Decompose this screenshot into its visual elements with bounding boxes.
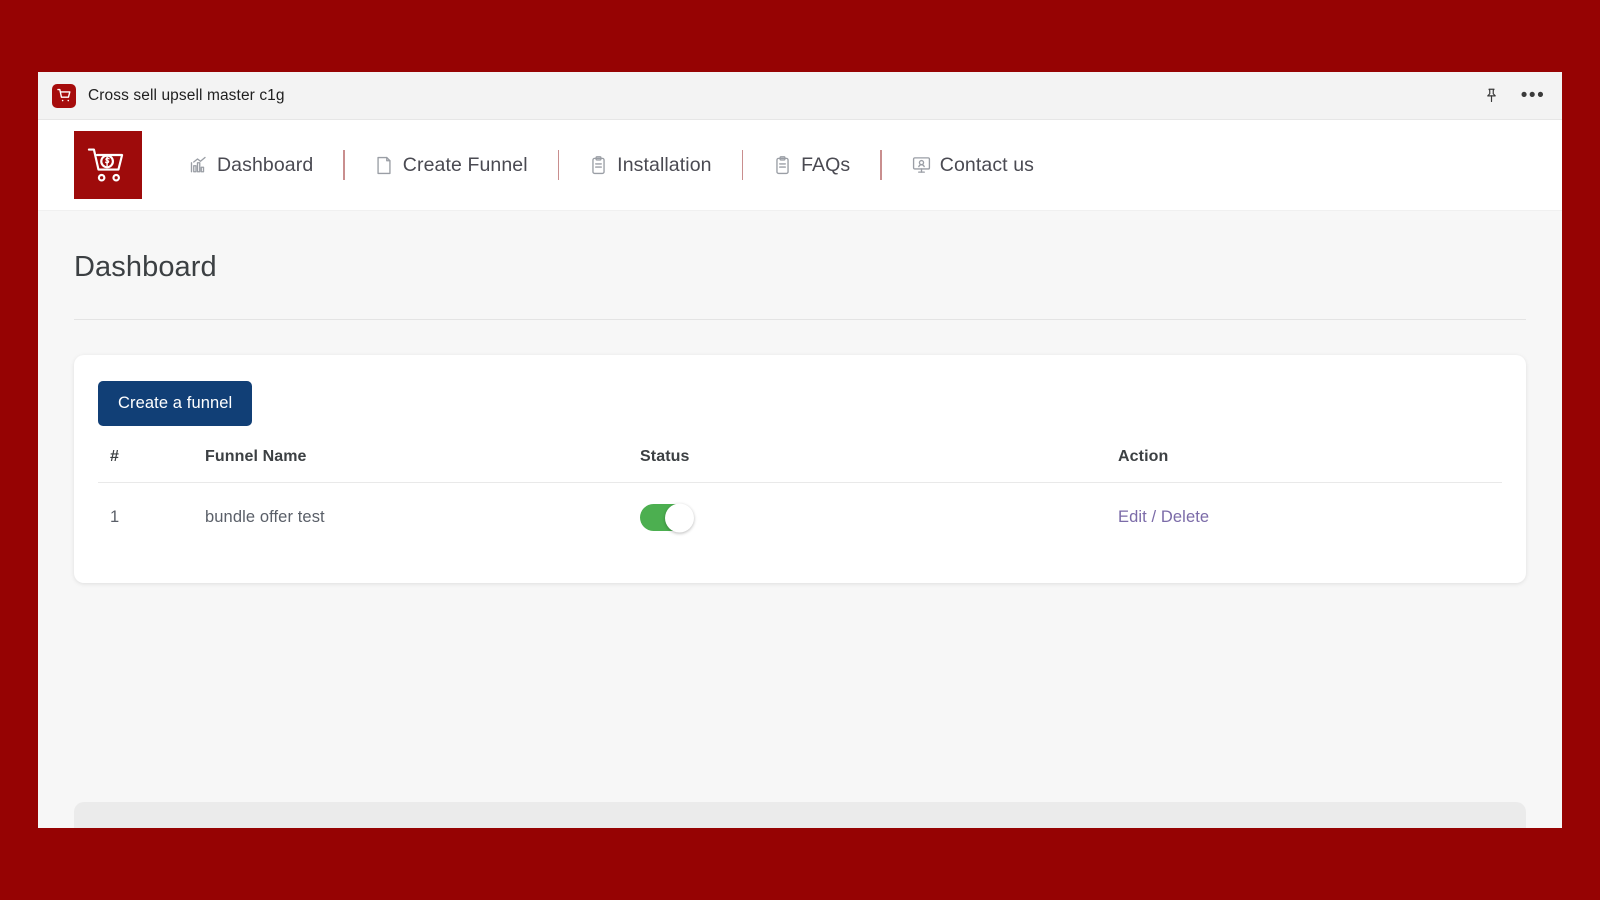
more-options-icon[interactable]: •••	[1521, 85, 1544, 107]
page-icon	[375, 154, 394, 176]
bottom-panel	[74, 802, 1526, 828]
main-navigation: Dashboard Create Funnel Installation FAQ…	[38, 120, 1562, 211]
nav-item-faqs[interactable]: FAQs	[773, 154, 850, 177]
nav-divider	[557, 150, 560, 180]
cell-row-number: 1	[110, 508, 120, 526]
nav-label-contact-us: Contact us	[939, 153, 1034, 176]
cell-funnel-name: bundle offer test	[205, 508, 325, 526]
toggle-knob	[665, 503, 694, 532]
page-content: Dashboard Create a funnel # Funnel Name …	[38, 211, 1562, 828]
shopping-cart-icon	[52, 83, 76, 108]
title-bar-left: Cross sell upsell master c1g	[52, 83, 285, 108]
cell-action: Edit / Delete	[1118, 483, 1502, 532]
cell-status	[640, 483, 1118, 532]
column-header-number: #	[98, 448, 205, 483]
table-row: 1 bundle offer test Edit / Delete	[98, 483, 1502, 532]
page-title: Dashboard	[74, 251, 217, 283]
clipboard-icon	[589, 154, 608, 176]
nav-divider	[343, 150, 345, 180]
column-header-action: Action	[1118, 448, 1502, 483]
title-bar: Cross sell upsell master c1g •••	[38, 72, 1562, 120]
app-window: Cross sell upsell master c1g ••• Dashboa…	[38, 72, 1562, 828]
pin-icon[interactable]	[1480, 85, 1502, 107]
edit-delete-link[interactable]: Edit / Delete	[1118, 508, 1209, 526]
nav-divider	[741, 150, 744, 180]
title-bar-right: •••	[1480, 85, 1544, 107]
funnel-status-toggle[interactable]	[640, 503, 694, 532]
nav-label-dashboard: Dashboard	[217, 153, 314, 176]
nav-item-contact-us[interactable]: Contact us	[912, 154, 1034, 177]
monitor-support-icon	[912, 154, 931, 176]
title-divider	[74, 319, 1526, 320]
funnels-table: # Funnel Name Status Action 1 bundle off…	[98, 448, 1502, 532]
nav-label-installation: Installation	[617, 153, 712, 176]
create-a-funnel-button[interactable]: Create a funnel	[98, 381, 253, 426]
column-header-funnel-name: Funnel Name	[205, 448, 640, 483]
column-header-status: Status	[640, 448, 1118, 483]
nav-item-dashboard[interactable]: Dashboard	[189, 154, 313, 177]
funnels-table-head: # Funnel Name Status Action	[98, 448, 1502, 483]
bar-chart-icon	[189, 154, 208, 176]
table-header-row: # Funnel Name Status Action	[98, 448, 1502, 483]
window-title: Cross sell upsell master c1g	[88, 86, 285, 104]
nav-label-faqs: FAQs	[801, 153, 851, 176]
clipboard-icon	[773, 154, 792, 176]
nav-divider	[880, 150, 882, 180]
funnels-card: Create a funnel # Funnel Name Status Act…	[74, 355, 1526, 583]
nav-item-create-funnel[interactable]: Create Funnel	[375, 154, 528, 177]
shopping-cart-dollar-logo[interactable]	[74, 131, 142, 199]
nav-label-create-funnel: Create Funnel	[402, 153, 528, 176]
nav-item-installation[interactable]: Installation	[589, 153, 712, 177]
nav-items: Dashboard Create Funnel Installation FAQ…	[189, 150, 1034, 180]
funnels-table-body: 1 bundle offer test Edit / Delete	[98, 483, 1502, 532]
